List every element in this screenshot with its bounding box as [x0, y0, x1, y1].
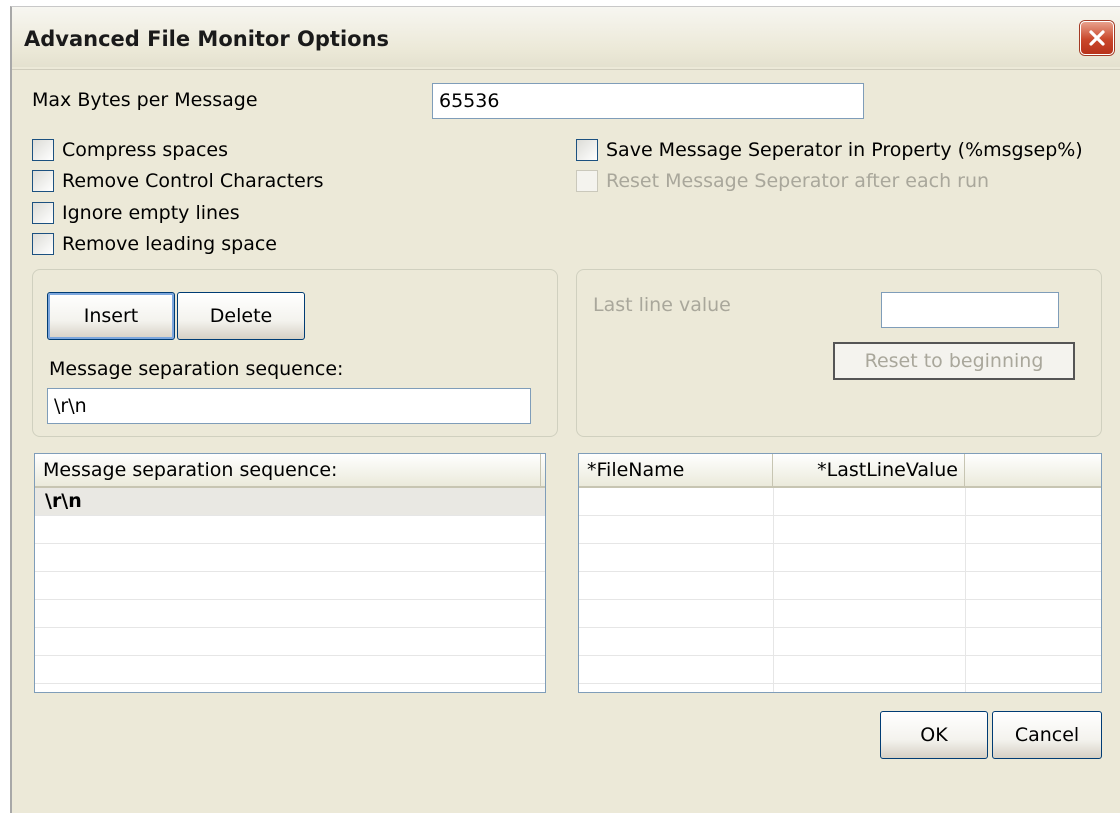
- remove-leading-space-label: Remove leading space: [62, 233, 277, 255]
- delete-button[interactable]: Delete: [177, 292, 305, 340]
- empty-row: [35, 656, 545, 684]
- max-bytes-input[interactable]: 65536: [432, 83, 864, 119]
- last-line-group: Last line value Reset to beginning: [576, 269, 1102, 437]
- separator-group: Insert Delete Message separation sequenc…: [32, 269, 558, 437]
- empty-row: [35, 572, 545, 600]
- empty-row: [579, 544, 1101, 572]
- ignore-empty-lines-label: Ignore empty lines: [62, 202, 240, 224]
- close-button[interactable]: [1080, 21, 1114, 55]
- cancel-button[interactable]: Cancel: [992, 711, 1102, 759]
- compress-spaces-label: Compress spaces: [62, 139, 229, 161]
- list-item[interactable]: \r\n: [35, 488, 545, 516]
- reset-to-beginning-button: Reset to beginning: [833, 342, 1075, 380]
- column-header-lastlinevalue[interactable]: *LastLineValue: [773, 454, 965, 486]
- close-icon: [1089, 30, 1105, 46]
- last-line-label: Last line value: [593, 294, 731, 316]
- max-bytes-label: Max Bytes per Message: [32, 89, 258, 111]
- empty-row: [579, 516, 1101, 544]
- sequence-list[interactable]: Message separation sequence: \r\n: [34, 453, 546, 693]
- file-list[interactable]: *FileName *LastLineValue: [578, 453, 1102, 693]
- reset-separator-label: Reset Message Seperator after each run: [606, 170, 990, 192]
- advanced-file-monitor-dialog: Advanced File Monitor Options Max Bytes …: [10, 6, 1120, 813]
- checkbox-box[interactable]: [32, 233, 54, 255]
- empty-row: [35, 544, 545, 572]
- checkbox-box[interactable]: [32, 202, 54, 224]
- sequence-input[interactable]: \r\n: [47, 388, 531, 424]
- save-separator-label: Save Message Seperator in Property (%msg…: [606, 139, 1083, 161]
- sequence-list-header: Message separation sequence:: [35, 454, 545, 488]
- empty-row: [35, 516, 545, 544]
- sequence-label: Message separation sequence:: [49, 358, 344, 380]
- empty-row: [35, 628, 545, 656]
- checkbox-box[interactable]: [576, 139, 598, 161]
- title-bar[interactable]: Advanced File Monitor Options: [12, 7, 1120, 67]
- column-header-sequence[interactable]: Message separation sequence:: [35, 454, 541, 486]
- window-title: Advanced File Monitor Options: [24, 27, 390, 51]
- empty-row: [579, 572, 1101, 600]
- empty-row: [35, 600, 545, 628]
- column-header-filename[interactable]: *FileName: [579, 454, 773, 486]
- checkbox-box[interactable]: [32, 139, 54, 161]
- last-line-input[interactable]: [881, 292, 1059, 328]
- title-divider: [12, 69, 1120, 70]
- checkbox-box-disabled: [576, 170, 598, 192]
- checkbox-box[interactable]: [32, 170, 54, 192]
- file-list-header: *FileName *LastLineValue: [579, 454, 1101, 488]
- empty-row: [579, 600, 1101, 628]
- insert-button[interactable]: Insert: [47, 292, 175, 340]
- ok-button[interactable]: OK: [880, 711, 988, 759]
- empty-row: [579, 628, 1101, 656]
- empty-row: [579, 656, 1101, 684]
- remove-control-chars-label: Remove Control Characters: [62, 170, 324, 192]
- empty-row: [579, 488, 1101, 516]
